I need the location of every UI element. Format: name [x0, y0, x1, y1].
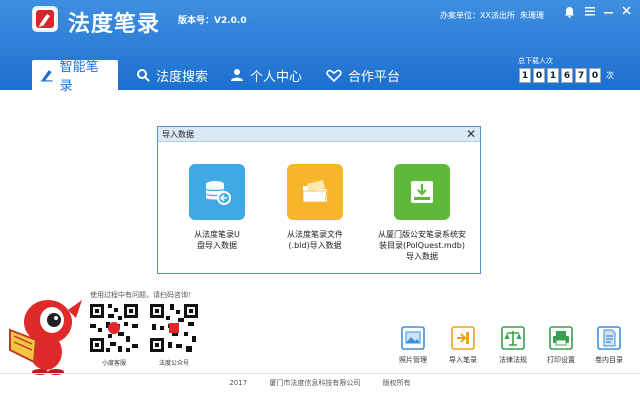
- import-from-usb-option[interactable]: 从法度笔录U 盘导入数据: [172, 164, 262, 251]
- minimize-icon[interactable]: [604, 6, 613, 19]
- counter-digit: 1: [519, 68, 531, 83]
- qr-code-official-account: [148, 302, 200, 354]
- counter-digit: 0: [533, 68, 545, 83]
- case-catalog-button[interactable]: 卷内目录: [586, 326, 632, 365]
- bell-icon[interactable]: [564, 6, 575, 21]
- tool-label: 照片管理: [399, 356, 427, 364]
- footer-year: 2017: [229, 379, 248, 387]
- print-settings-button[interactable]: 打印设置: [538, 326, 584, 365]
- import-icon: [451, 326, 475, 350]
- version-label: 版本号：V2.0.0: [178, 16, 247, 26]
- dialog-title-bar: 导入数据 ✕: [158, 127, 480, 142]
- option-line: 从法度笔录文件: [287, 230, 343, 239]
- usb-database-icon: [189, 164, 245, 220]
- footer-rights: 版权所有: [382, 379, 411, 387]
- photo-icon: [401, 326, 425, 350]
- unit-label: 办案单位：XX派出所: [440, 11, 515, 20]
- printer-icon: [549, 326, 573, 350]
- counter-digit: 0: [589, 68, 601, 83]
- counter-digit: 1: [547, 68, 559, 83]
- import-record-button[interactable]: 导入笔录: [440, 326, 486, 365]
- footer-company: 厦门市法度信息科技有限公司: [269, 379, 361, 387]
- tool-label: 打印设置: [547, 356, 575, 364]
- hdd-download-icon: [394, 164, 450, 220]
- qr-code-customer-service: [88, 302, 140, 354]
- import-data-dialog: 导入数据 ✕ 从法度笔录U 盘导入数据 从法度笔录文件 (.bld)导入数据 从…: [157, 126, 481, 274]
- search-icon: [137, 69, 150, 82]
- tab-search[interactable]: 法度搜索: [128, 60, 218, 90]
- option-line: 导入数据: [406, 252, 438, 261]
- laws-regulations-button[interactable]: 法律法规: [490, 326, 536, 365]
- tab-label: 个人中心: [250, 69, 303, 85]
- photo-management-button[interactable]: 照片管理: [390, 326, 436, 365]
- tool-label: 导入笔录: [449, 356, 477, 364]
- app-title: 法度笔录: [68, 12, 161, 37]
- tab-label: 法度搜索: [156, 69, 209, 85]
- document-icon: [597, 326, 621, 350]
- folder-icon: [287, 164, 343, 220]
- footer: 2017 厦门市法度信息科技有限公司 版权所有: [0, 378, 640, 388]
- close-icon[interactable]: [622, 6, 631, 19]
- handshake-icon: [326, 69, 342, 82]
- tab-personal-center[interactable]: 个人中心: [222, 60, 312, 90]
- app-header: 法度笔录 版本号：V2.0.0 办案单位：XX派出所 朱珊珊 智能笔录 法度搜索…: [0, 0, 640, 94]
- tool-label: 法律法规: [499, 356, 527, 364]
- import-from-file-option[interactable]: 从法度笔录文件 (.bld)导入数据: [270, 164, 360, 251]
- footer-divider: [0, 373, 640, 374]
- download-counter: 1 0 1 6 7 0 次: [519, 68, 614, 83]
- mascot-image: [6, 290, 86, 379]
- import-from-xiamen-system-option[interactable]: 从厦门版公安笔录系统安 装目录(PolQuest.mdb) 导入数据: [366, 164, 478, 262]
- dialog-title: 导入数据: [162, 130, 194, 139]
- option-line: 盘导入数据: [197, 241, 237, 250]
- counter-digit: 7: [575, 68, 587, 83]
- option-line: 从法度笔录U: [194, 230, 240, 239]
- help-text: 使用过程中有问题，请扫码咨询！: [90, 291, 195, 299]
- person-icon: [231, 69, 243, 81]
- option-line: (.bld)导入数据: [288, 241, 342, 250]
- tab-smart-record[interactable]: 智能笔录: [32, 60, 118, 94]
- pen-logo-icon: [36, 10, 54, 28]
- qr-label: 法度公众号: [158, 360, 189, 367]
- menu-icon[interactable]: [585, 6, 595, 19]
- tab-label: 智能笔录: [59, 60, 99, 94]
- tab-partner-platform[interactable]: 合作平台: [318, 60, 410, 90]
- app-logo: [32, 6, 58, 32]
- download-count-label: 总下载人次: [518, 57, 553, 65]
- pen-icon: [40, 70, 53, 82]
- dialog-close-icon[interactable]: ✕: [466, 127, 476, 141]
- counter-digit: 6: [561, 68, 573, 83]
- qr-label: 小度客服: [101, 360, 126, 367]
- option-line: 装目录(PolQuest.mdb): [379, 241, 465, 250]
- option-line: 从厦门版公安笔录系统安: [378, 230, 466, 239]
- user-name[interactable]: 朱珊珊: [520, 10, 544, 21]
- tool-label: 卷内目录: [595, 356, 623, 364]
- counter-unit: 次: [606, 71, 614, 80]
- tab-label: 合作平台: [348, 69, 401, 85]
- scale-icon: [501, 326, 525, 350]
